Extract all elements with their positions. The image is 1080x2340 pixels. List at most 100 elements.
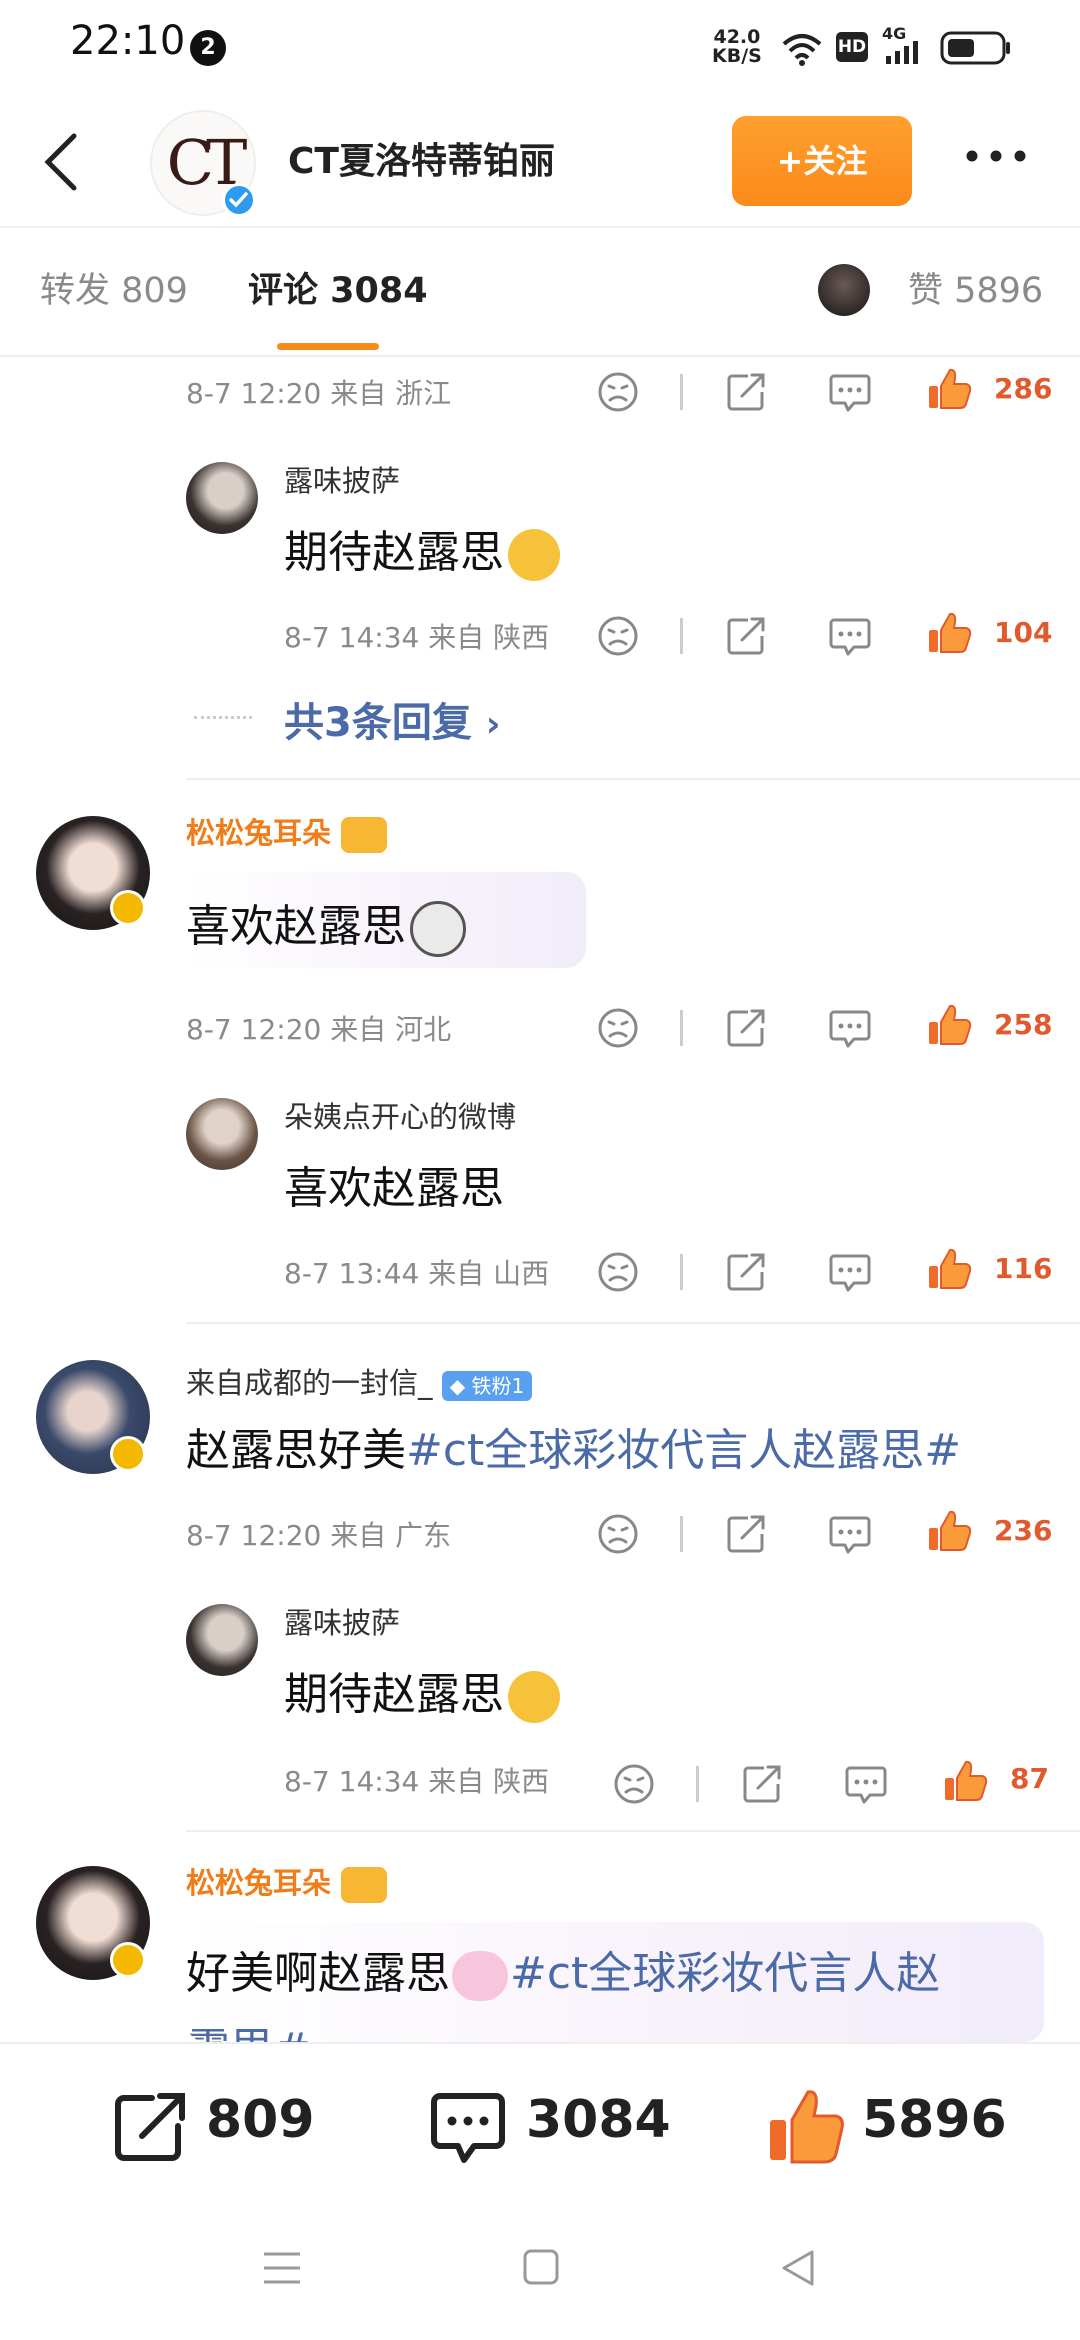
share-icon[interactable] [724, 1250, 768, 1294]
like-count: 286 [994, 372, 1053, 405]
wifi-icon [782, 34, 822, 66]
action-divider [680, 1010, 683, 1046]
more-options-icon[interactable] [962, 146, 1030, 166]
signal-icon [886, 41, 918, 64]
comment-action-row [612, 1760, 992, 1806]
liker-avatar [818, 264, 870, 316]
network-speed: 42.0 KB/S [712, 28, 762, 66]
action-divider [680, 1516, 683, 1552]
reply-thread-dots [194, 716, 252, 719]
share-icon[interactable] [740, 1762, 784, 1806]
back-nav-icon[interactable] [780, 2248, 816, 2288]
like-count: 87 [1010, 1762, 1049, 1795]
reply-text-content: 期待赵露思 [284, 527, 504, 578]
fan-badge-label: 铁粉1 [471, 1374, 525, 1398]
like-thumb-icon[interactable] [926, 1246, 972, 1292]
share-icon[interactable] [724, 1512, 768, 1556]
share-icon[interactable] [724, 370, 768, 414]
reply-comment-icon[interactable] [828, 1250, 872, 1294]
reply-comment-icon[interactable] [844, 1762, 888, 1806]
tab-repost[interactable]: 转发 809 [40, 262, 188, 313]
like-count: 116 [994, 1252, 1053, 1285]
like-thumb-icon[interactable] [942, 1758, 988, 1804]
comment-count[interactable]: 3084 [526, 2090, 671, 2150]
like-thumb-icon[interactable] [926, 1508, 972, 1554]
tab-like[interactable]: 赞 5896 [908, 262, 1043, 313]
commenter-username[interactable]: 松松兔耳朵 [186, 810, 388, 853]
like-thumb-icon[interactable] [926, 366, 972, 412]
network-speed-unit: KB/S [712, 45, 762, 67]
crown-vip-icon [341, 1867, 388, 1903]
like-thumb-icon[interactable] [764, 2084, 848, 2168]
topic-hashtag-link[interactable]: #ct全球彩妆代言人赵 [510, 1948, 940, 1999]
cat-emoji-icon [410, 901, 466, 957]
dislike-face-icon[interactable] [596, 1006, 640, 1050]
repost-icon[interactable] [112, 2090, 188, 2166]
reply-text: 喜欢赵露思 [284, 1163, 504, 1214]
dislike-face-icon[interactable] [596, 370, 640, 414]
reply-comment-icon[interactable] [828, 614, 872, 658]
comment-action-row [596, 1510, 976, 1556]
clock: 22:10 [70, 18, 186, 64]
bunny-emoji-icon [452, 1951, 508, 2001]
commenter-username-text: 来自成都的一封信_ [186, 1366, 433, 1400]
reply-comment-icon[interactable] [828, 370, 872, 414]
reply-username[interactable]: 露味披萨 [284, 1600, 400, 1642]
comment-bubble: 喜欢赵露思 [186, 872, 586, 968]
commenter-username[interactable]: 松松兔耳朵 [186, 1860, 388, 1903]
view-replies-label: 共3条回复 [284, 700, 472, 746]
comment-action-row [596, 612, 976, 658]
like-thumb-icon[interactable] [926, 1002, 972, 1048]
reply-avatar[interactable] [186, 462, 258, 534]
like-count-total[interactable]: 5896 [862, 2090, 1007, 2150]
reply-comment-icon[interactable] [828, 1512, 872, 1556]
repost-count[interactable]: 809 [206, 2090, 315, 2150]
comment-meta: 8-7 14:34 来自 陕西 [284, 621, 550, 654]
comment-text-content: 喜欢赵露思 [186, 901, 406, 952]
dislike-face-icon[interactable] [596, 1512, 640, 1556]
reply-avatar[interactable] [186, 1098, 258, 1170]
share-icon[interactable] [724, 614, 768, 658]
reply-comment-icon[interactable] [828, 1006, 872, 1050]
dislike-face-icon[interactable] [612, 1762, 656, 1806]
account-name[interactable]: CT夏洛特蒂铂丽 [288, 132, 555, 184]
reply-username[interactable]: 露味披萨 [284, 458, 400, 500]
reply-username[interactable]: 朵姨点开心的微博 [284, 1094, 516, 1136]
chevron-right-icon: › [485, 704, 501, 745]
comment-meta: 8-7 12:20 来自 浙江 [186, 377, 452, 410]
comment-action-row [596, 368, 976, 414]
dislike-face-icon[interactable] [596, 1250, 640, 1294]
comment-divider [186, 1830, 1080, 1832]
reply-avatar[interactable] [186, 1604, 258, 1676]
reply-text-content: 期待赵露思 [284, 1669, 504, 1720]
tabs-divider [0, 355, 1080, 357]
header-divider [0, 226, 1080, 228]
home-icon[interactable] [522, 2248, 560, 2286]
back-button[interactable] [40, 130, 84, 194]
share-icon[interactable] [724, 1006, 768, 1050]
like-count: 236 [994, 1514, 1053, 1547]
verified-badge-icon [110, 1436, 146, 1472]
tab-comment[interactable]: 评论 3084 [248, 262, 428, 313]
commenter-username[interactable]: 来自成都的一封信_ ◆ 铁粉1 [186, 1360, 533, 1402]
comment-icon[interactable] [430, 2090, 508, 2168]
hug-face-emoji-icon [508, 529, 560, 581]
topic-hashtag-link[interactable]: #ct全球彩妆代言人赵露思# [406, 1425, 961, 1476]
comment-action-row [596, 1248, 976, 1294]
comment-text: 赵露思好美#ct全球彩妆代言人赵露思# [186, 1414, 961, 1478]
like-count: 104 [994, 616, 1053, 649]
action-divider [680, 1254, 683, 1290]
verified-badge-icon [110, 890, 146, 926]
comment-text: 喜欢赵露思 [186, 890, 466, 957]
like-count: 258 [994, 1008, 1053, 1041]
view-replies-link[interactable]: 共3条回复 › [284, 690, 501, 748]
menu-icon[interactable] [262, 2248, 302, 2288]
like-thumb-icon[interactable] [926, 610, 972, 656]
verified-badge-icon [110, 1942, 146, 1978]
topic-hashtag-link-continued[interactable]: 露思# [186, 2024, 311, 2042]
status-bar: 22:10 2 42.0 KB/S HD 4G [0, 0, 1080, 96]
dislike-face-icon[interactable] [596, 614, 640, 658]
action-divider [696, 1766, 699, 1802]
follow-button[interactable]: +关注 [732, 116, 912, 206]
verified-icon [222, 183, 256, 217]
